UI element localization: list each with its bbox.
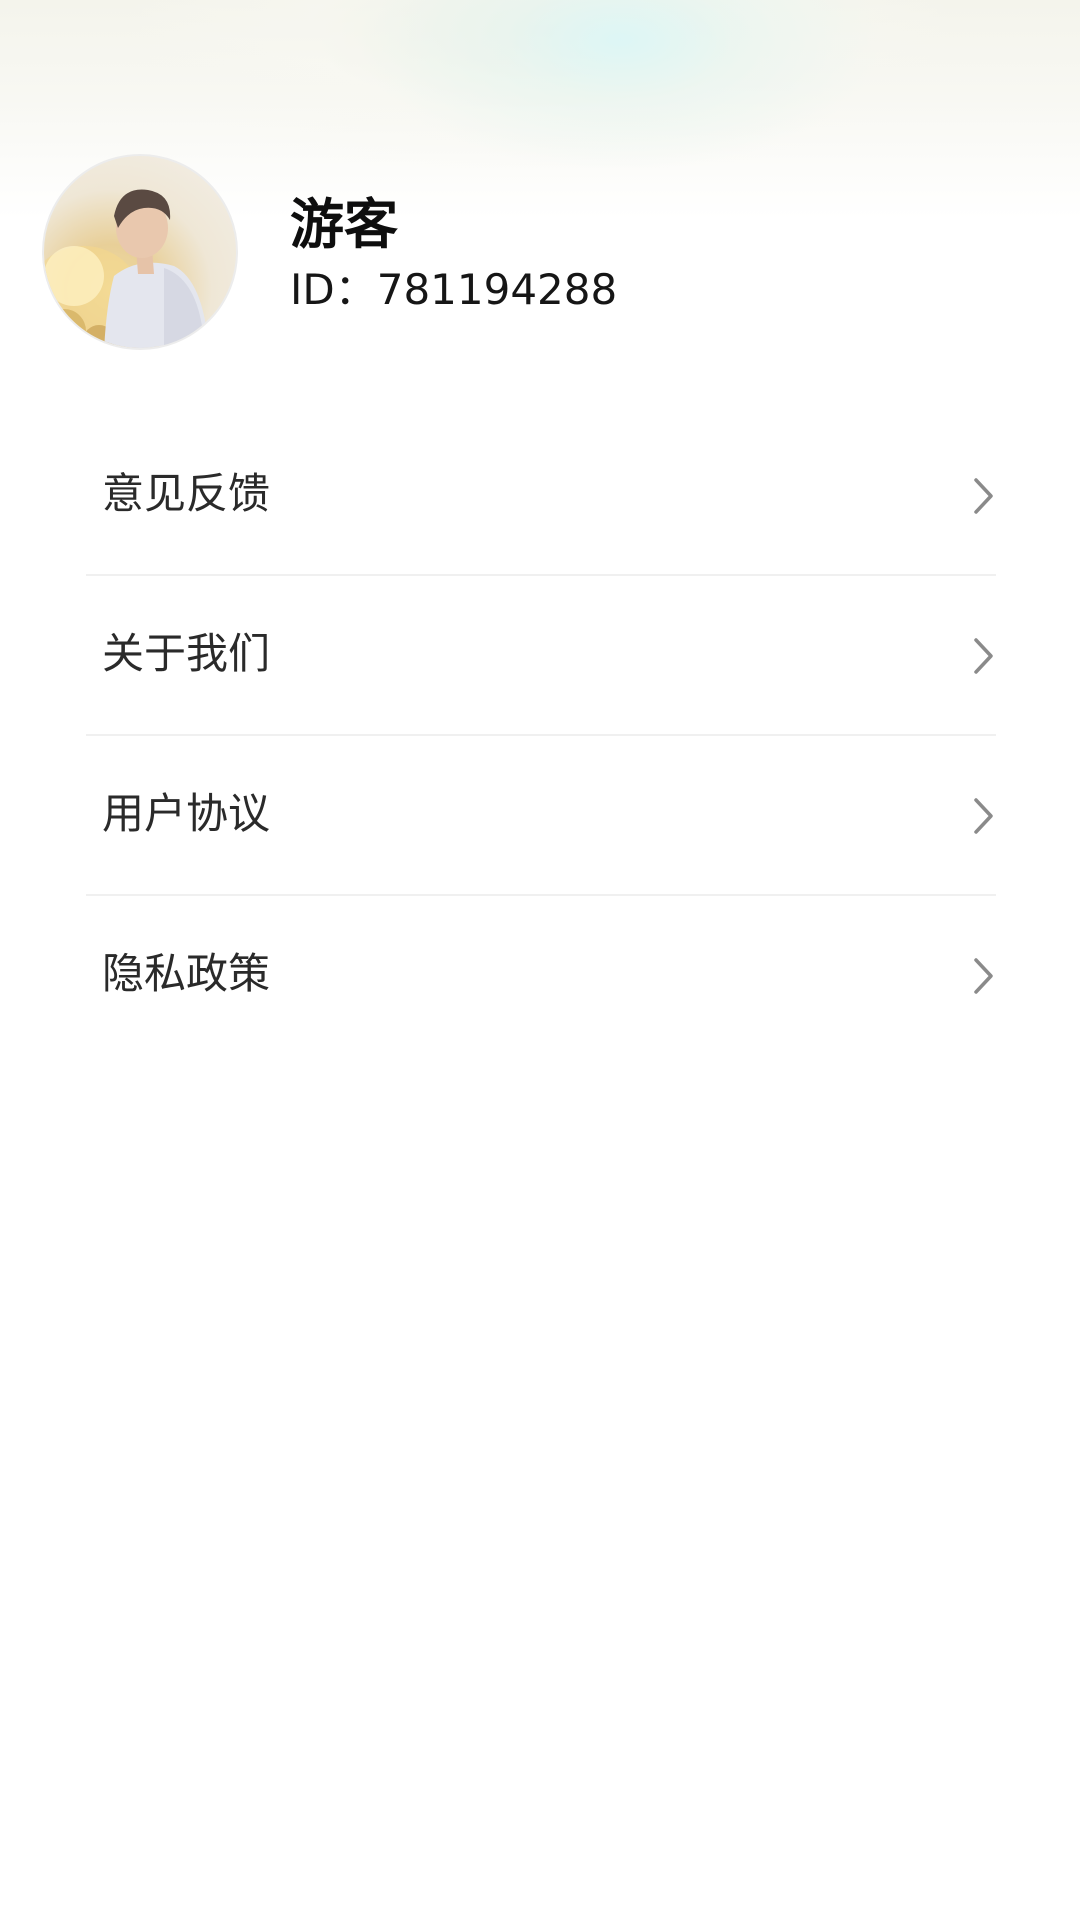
menu-item-feedback[interactable]: 意见反馈 (86, 416, 996, 576)
user-name: 游客 (290, 193, 398, 256)
menu-item-label: 关于我们 (102, 629, 271, 678)
user-id: ID：781194288 (290, 265, 618, 314)
avatar[interactable] (42, 154, 238, 350)
avatar-image (44, 189, 209, 348)
menu-item-privacy-policy[interactable]: 隐私政策 (86, 896, 996, 1056)
chevron-right-icon (974, 478, 993, 514)
menu-item-about-us[interactable]: 关于我们 (86, 576, 996, 736)
settings-menu: 意见反馈 关于我们 用户协议 隐私政策 (86, 416, 996, 1056)
menu-item-label: 意见反馈 (102, 469, 271, 518)
chevron-right-icon (974, 798, 993, 834)
menu-item-user-agreement[interactable]: 用户协议 (86, 736, 996, 896)
chevron-right-icon (974, 958, 993, 994)
menu-item-label: 用户协议 (102, 789, 271, 838)
profile-header: 游客 ID：781194288 (0, 0, 1080, 360)
chevron-right-icon (974, 638, 993, 674)
menu-item-label: 隐私政策 (102, 949, 271, 998)
